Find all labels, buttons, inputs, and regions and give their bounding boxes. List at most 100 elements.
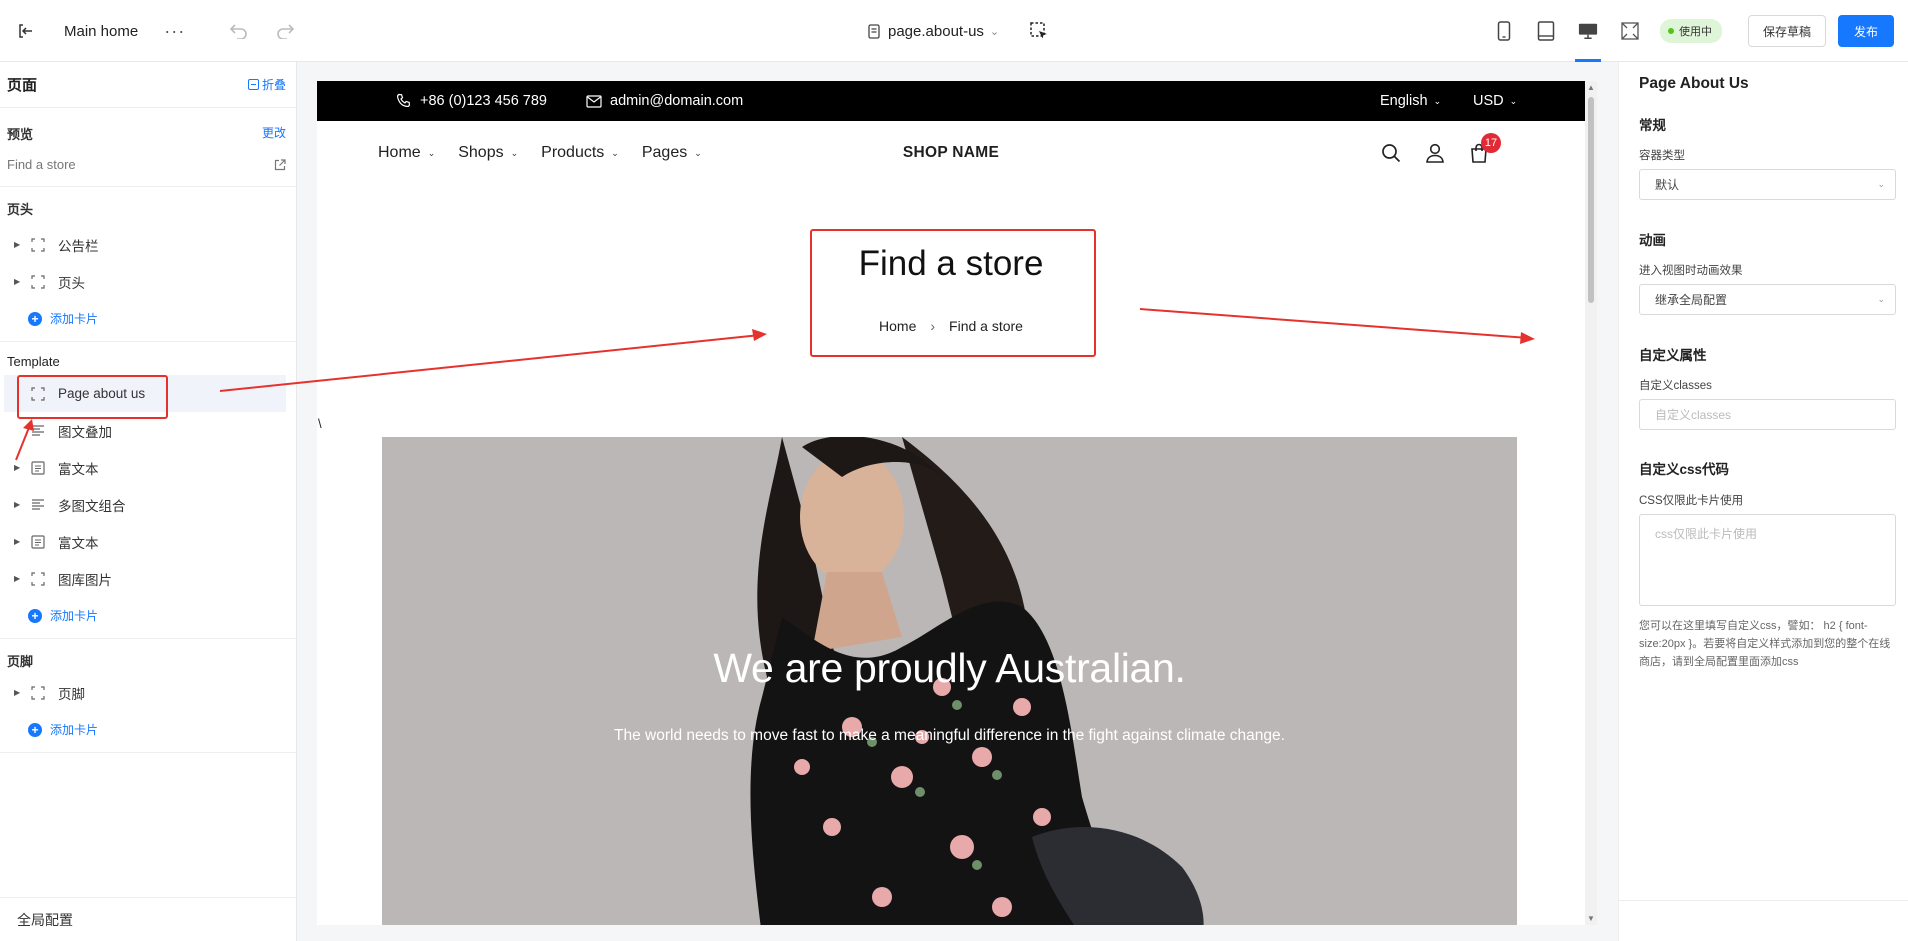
account-icon[interactable] [1425, 143, 1445, 163]
cart-icon[interactable]: 17 [1469, 133, 1501, 163]
preview-canvas: +86 (0)123 456 789 admin@domain.com Engl… [317, 81, 1597, 925]
footer-section-title: 页脚 [7, 654, 34, 669]
animation-value: 继承全局配置 [1655, 293, 1728, 307]
hero-subtitle: The world needs to move fast to make a m… [614, 727, 1285, 744]
plus-circle-icon: + [28, 722, 42, 737]
currency-label: USD [1473, 93, 1504, 109]
collapse-icon [247, 79, 259, 90]
email-contact[interactable]: admin@domain.com [586, 81, 743, 121]
text-align-icon [30, 423, 46, 439]
custom-classes-label: 自定义classes [1639, 380, 1712, 392]
scroll-up-icon[interactable]: ▲ [1587, 83, 1595, 92]
chevron-down-icon: ⌄ [1877, 294, 1885, 304]
scroll-down-icon[interactable]: ▼ [1587, 914, 1595, 923]
language-selector[interactable]: English ⌄ [1380, 81, 1441, 121]
section-icon [30, 237, 46, 253]
nav-item-products[interactable]: Products ⌄ [541, 144, 619, 162]
chevron-down-icon: ⌄ [1509, 95, 1518, 106]
redo-icon[interactable] [275, 23, 295, 39]
page-selector[interactable]: page.about-us [888, 23, 984, 40]
theme-title: Main home [64, 22, 139, 40]
fullscreen-icon[interactable] [1620, 21, 1640, 41]
publish-button[interactable]: 发布 [1837, 15, 1894, 47]
custom-css-section-title: 自定义css代码 [1639, 462, 1730, 477]
caret-right-icon[interactable]: ▶ [14, 537, 22, 546]
animation-section-title: 动画 [1639, 233, 1666, 248]
nav-label: Home [378, 144, 421, 161]
element-select-icon[interactable] [1029, 21, 1049, 41]
sidebar-item-label: 多图文组合 [58, 498, 126, 514]
custom-classes-input[interactable]: 自定义classes [1639, 399, 1896, 430]
section-icon [30, 274, 46, 290]
phone-contact[interactable]: +86 (0)123 456 789 [396, 81, 547, 121]
caret-right-icon[interactable]: ▶ [14, 463, 22, 472]
sidebar-item-label: 页头 [58, 275, 85, 291]
container-type-select[interactable]: 默认 ⌄ [1639, 169, 1896, 200]
plus-circle-icon: + [28, 311, 42, 326]
animation-label: 进入视图时动画效果 [1639, 265, 1743, 277]
top-bar: Main home ··· page.about-us ⌄ 使用中 保存草稿 发… [0, 0, 1908, 62]
text-align-icon [30, 497, 46, 513]
add-card-button[interactable]: + 添加卡片 [0, 711, 296, 748]
chevron-down-icon: ⌄ [427, 147, 436, 158]
chevron-down-icon[interactable]: ⌄ [990, 25, 999, 38]
exit-icon[interactable] [14, 20, 36, 42]
caret-right-icon[interactable]: ▶ [14, 574, 22, 583]
add-card-label: 添加卡片 [50, 312, 99, 326]
chevron-down-icon: ⌄ [1877, 179, 1885, 189]
caret-right-icon[interactable]: ▶ [14, 240, 22, 249]
search-icon[interactable] [1381, 143, 1401, 163]
custom-css-textarea[interactable]: css仅限此卡片使用 [1639, 514, 1896, 606]
status-dot-icon [1667, 28, 1674, 34]
template-section-title: Template [7, 354, 60, 369]
annotation-highlight-sidebar [17, 375, 168, 419]
email-address: admin@domain.com [610, 93, 744, 109]
canvas-scrollbar[interactable]: ▲ ▼ [1585, 81, 1597, 925]
currency-selector[interactable]: USD ⌄ [1473, 81, 1517, 121]
document-icon [30, 534, 46, 550]
container-type-label: 容器类型 [1639, 150, 1685, 162]
custom-css-label: CSS仅限此卡片使用 [1639, 495, 1744, 507]
nav-item-pages[interactable]: Pages ⌄ [642, 144, 702, 162]
general-section-title: 常规 [1639, 118, 1666, 133]
change-preview-link[interactable]: 更改 [262, 124, 286, 143]
add-card-button[interactable]: + 添加卡片 [0, 300, 296, 337]
sidebar-item-gallery[interactable]: ▶ 图库图片 [0, 560, 296, 597]
sidebar-item-footer[interactable]: ▶ 页脚 [0, 674, 296, 711]
mobile-view-icon[interactable] [1494, 21, 1514, 41]
save-draft-button[interactable]: 保存草稿 [1747, 15, 1826, 47]
nav-item-shops[interactable]: Shops ⌄ [458, 144, 518, 162]
nav-item-home[interactable]: Home ⌄ [378, 144, 435, 162]
hero-banner[interactable]: We are proudly Australian. The world nee… [382, 437, 1517, 925]
annotation-highlight-title [810, 229, 1096, 357]
sidebar-item-rich-text[interactable]: ▶ 富文本 [0, 449, 296, 486]
caret-right-icon[interactable]: ▶ [14, 500, 22, 509]
plus-circle-icon: + [28, 608, 42, 623]
chevron-down-icon: ⌄ [510, 147, 519, 158]
sidebar-item-label: 图库图片 [58, 572, 112, 588]
sidebar-item-multi-image-text[interactable]: ▶ 多图文组合 [0, 486, 296, 523]
sidebar-item-header[interactable]: ▶ 页头 [0, 263, 296, 300]
caret-right-icon[interactable]: ▶ [14, 277, 22, 286]
header-section-title: 页头 [7, 202, 34, 217]
undo-icon[interactable] [229, 23, 249, 39]
external-link-icon[interactable] [274, 158, 286, 171]
tablet-view-icon[interactable] [1536, 21, 1556, 41]
custom-attr-section-title: 自定义属性 [1639, 348, 1707, 363]
scrollbar-thumb[interactable] [1588, 97, 1594, 303]
desktop-view-icon[interactable] [1574, 21, 1601, 62]
more-icon[interactable]: ··· [164, 21, 185, 42]
collapse-button[interactable]: 折叠 [247, 76, 286, 93]
panel-title: Page About Us [1639, 75, 1749, 92]
caret-right-icon[interactable]: ▶ [14, 688, 22, 697]
section-icon [30, 685, 46, 701]
animation-select[interactable]: 继承全局配置 ⌄ [1639, 284, 1896, 315]
panel-divider [1619, 900, 1908, 901]
add-card-label: 添加卡片 [50, 609, 99, 623]
sidebar-item-announcement[interactable]: ▶ 公告栏 [0, 226, 296, 263]
add-card-button[interactable]: + 添加卡片 [0, 597, 296, 634]
chevron-down-icon: ⌄ [611, 147, 619, 158]
global-config-button[interactable]: 全局配置 [0, 897, 296, 941]
sidebar-item-rich-text-2[interactable]: ▶ 富文本 [0, 523, 296, 560]
status-label: 使用中 [1678, 26, 1712, 38]
